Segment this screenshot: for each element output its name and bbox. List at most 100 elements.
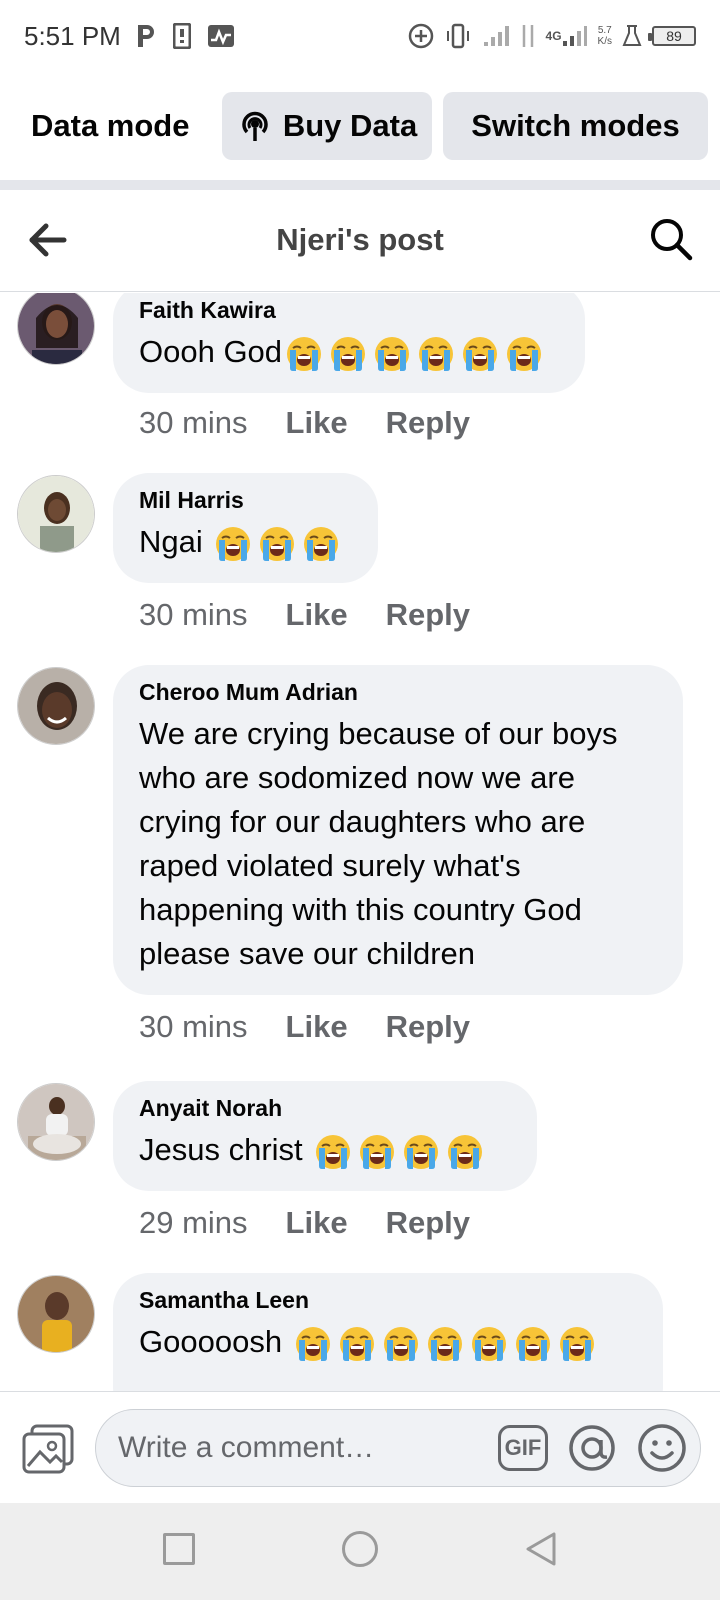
photo-button[interactable] <box>22 1424 74 1474</box>
buy-data-label: Buy Data <box>282 108 418 143</box>
signal-bars-icon <box>482 24 510 48</box>
like-button[interactable]: Like <box>286 1205 348 1241</box>
status-left-icons <box>135 23 235 49</box>
comment-text: Ngai <box>139 520 352 564</box>
comment-input-wrapper: GIF <box>95 1409 701 1487</box>
sim-card-icon <box>172 23 191 49</box>
comment-meta: 30 mins Like Reply <box>139 597 470 633</box>
comment-text: We are crying because of our boys who ar… <box>139 716 618 971</box>
emoji-row <box>213 524 341 564</box>
crying-face-emoji-icon <box>328 334 368 374</box>
crying-face-emoji-icon <box>401 1132 441 1172</box>
mention-button[interactable] <box>566 1422 618 1474</box>
crying-face-emoji-icon <box>504 334 544 374</box>
emoji-row <box>313 1132 485 1172</box>
smiley-icon <box>638 1424 686 1472</box>
crying-face-emoji-icon <box>416 334 456 374</box>
comment-text: Oooh God <box>139 330 559 374</box>
comment-author[interactable]: Faith Kawira <box>139 297 559 324</box>
data-mode-bar: Data mode Buy Data Switch modes <box>0 88 720 164</box>
data-arrows-icon <box>520 23 536 49</box>
avatar[interactable] <box>17 667 95 745</box>
status-bar: 5:51 PM 4G 5.7 K/s 89 <box>0 0 720 72</box>
at-sign-icon <box>569 1425 615 1471</box>
network-4g-signal: 4G <box>546 25 588 47</box>
data-mode-label: Data mode <box>31 108 190 143</box>
search-button[interactable] <box>648 216 694 262</box>
photo-icon <box>22 1424 74 1474</box>
emoji-row <box>284 334 544 374</box>
status-right-icons: 4G 5.7 K/s 89 <box>408 23 696 49</box>
page-title: Njeri's post <box>276 222 444 257</box>
parking-p-icon <box>135 23 157 49</box>
comment-time: 30 mins <box>139 1009 248 1044</box>
crying-face-emoji-icon <box>257 524 297 564</box>
system-back-button[interactable] <box>524 1531 558 1567</box>
reply-button[interactable]: Reply <box>386 597 470 633</box>
crying-face-emoji-icon <box>357 1132 397 1172</box>
reply-button[interactable]: Reply <box>386 1009 470 1045</box>
comment-author[interactable]: Samantha Leen <box>139 1287 637 1314</box>
crying-face-emoji-icon <box>313 1132 353 1172</box>
section-divider <box>0 180 720 190</box>
status-time: 5:51 PM <box>24 20 121 51</box>
comment-meta: 29 mins Like Reply <box>139 1205 470 1241</box>
network-type-label: 4G <box>545 28 562 43</box>
crying-face-emoji-icon <box>337 1324 377 1364</box>
add-circle-icon <box>408 23 434 49</box>
crying-face-emoji-icon <box>425 1324 465 1364</box>
post-header: Njeri's post <box>0 190 720 292</box>
crying-face-emoji-icon <box>293 1324 333 1364</box>
hotspot-icon <box>237 108 273 144</box>
like-button[interactable]: Like <box>286 597 348 633</box>
comment-meta: 30 mins Like Reply <box>139 405 470 441</box>
emoji-button[interactable] <box>636 1422 688 1474</box>
comment-text: Gooooosh <box>139 1320 637 1364</box>
search-icon <box>651 219 693 261</box>
avatar[interactable] <box>17 1275 95 1353</box>
switch-modes-button[interactable]: Switch modes <box>443 92 708 160</box>
avatar[interactable] <box>17 475 95 553</box>
comment-meta: 30 mins Like Reply <box>139 1009 470 1045</box>
comment-bubble[interactable]: Anyait Norah Jesus christ <box>113 1081 537 1191</box>
reply-button[interactable]: Reply <box>386 1205 470 1241</box>
speed-unit: K/s <box>597 36 612 47</box>
avatar[interactable] <box>17 1083 95 1161</box>
vibrate-icon <box>444 23 472 49</box>
comment-input[interactable] <box>118 1424 478 1472</box>
crying-face-emoji-icon <box>381 1324 421 1364</box>
activity-chart-icon <box>207 24 235 48</box>
like-button[interactable]: Like <box>286 405 348 441</box>
comment-author[interactable]: Cheroo Mum Adrian <box>139 679 657 706</box>
crying-face-emoji-icon <box>469 1324 509 1364</box>
comment-bubble[interactable]: Cheroo Mum Adrian We are crying because … <box>113 665 683 995</box>
comment-bubble[interactable]: Samantha Leen Gooooosh <box>113 1273 663 1391</box>
crying-face-emoji-icon <box>557 1324 597 1364</box>
gif-button[interactable]: GIF <box>498 1425 548 1471</box>
crying-face-emoji-icon <box>460 334 500 374</box>
comments-list: Faith Kawira Oooh God 30 mins Like Reply… <box>0 293 720 1391</box>
switch-modes-label: Switch modes <box>471 108 680 143</box>
like-button[interactable]: Like <box>286 1009 348 1045</box>
comment-author[interactable]: Anyait Norah <box>139 1095 511 1122</box>
comment-time: 30 mins <box>139 405 248 440</box>
crying-face-emoji-icon <box>372 334 412 374</box>
comment-author[interactable]: Mil Harris <box>139 487 352 514</box>
comment-bubble[interactable]: Mil Harris Ngai <box>113 473 378 583</box>
avatar[interactable] <box>17 293 95 365</box>
speed-value: 5.7 <box>597 25 612 36</box>
recent-apps-button[interactable] <box>163 1533 195 1565</box>
network-speed: 5.7 K/s <box>598 25 612 47</box>
buy-data-button[interactable]: Buy Data <box>222 92 432 160</box>
crying-face-emoji-icon <box>284 334 324 374</box>
home-button[interactable] <box>342 1531 378 1567</box>
crying-face-emoji-icon <box>513 1324 553 1364</box>
comment-bubble[interactable]: Faith Kawira Oooh God <box>113 293 585 393</box>
comment-time: 30 mins <box>139 597 248 632</box>
flask-icon <box>622 24 642 48</box>
crying-face-emoji-icon <box>445 1132 485 1172</box>
battery-indicator: 89 <box>648 26 696 46</box>
comment-text: Jesus christ <box>139 1128 511 1172</box>
triangle-back-icon <box>526 1532 556 1566</box>
reply-button[interactable]: Reply <box>386 405 470 441</box>
